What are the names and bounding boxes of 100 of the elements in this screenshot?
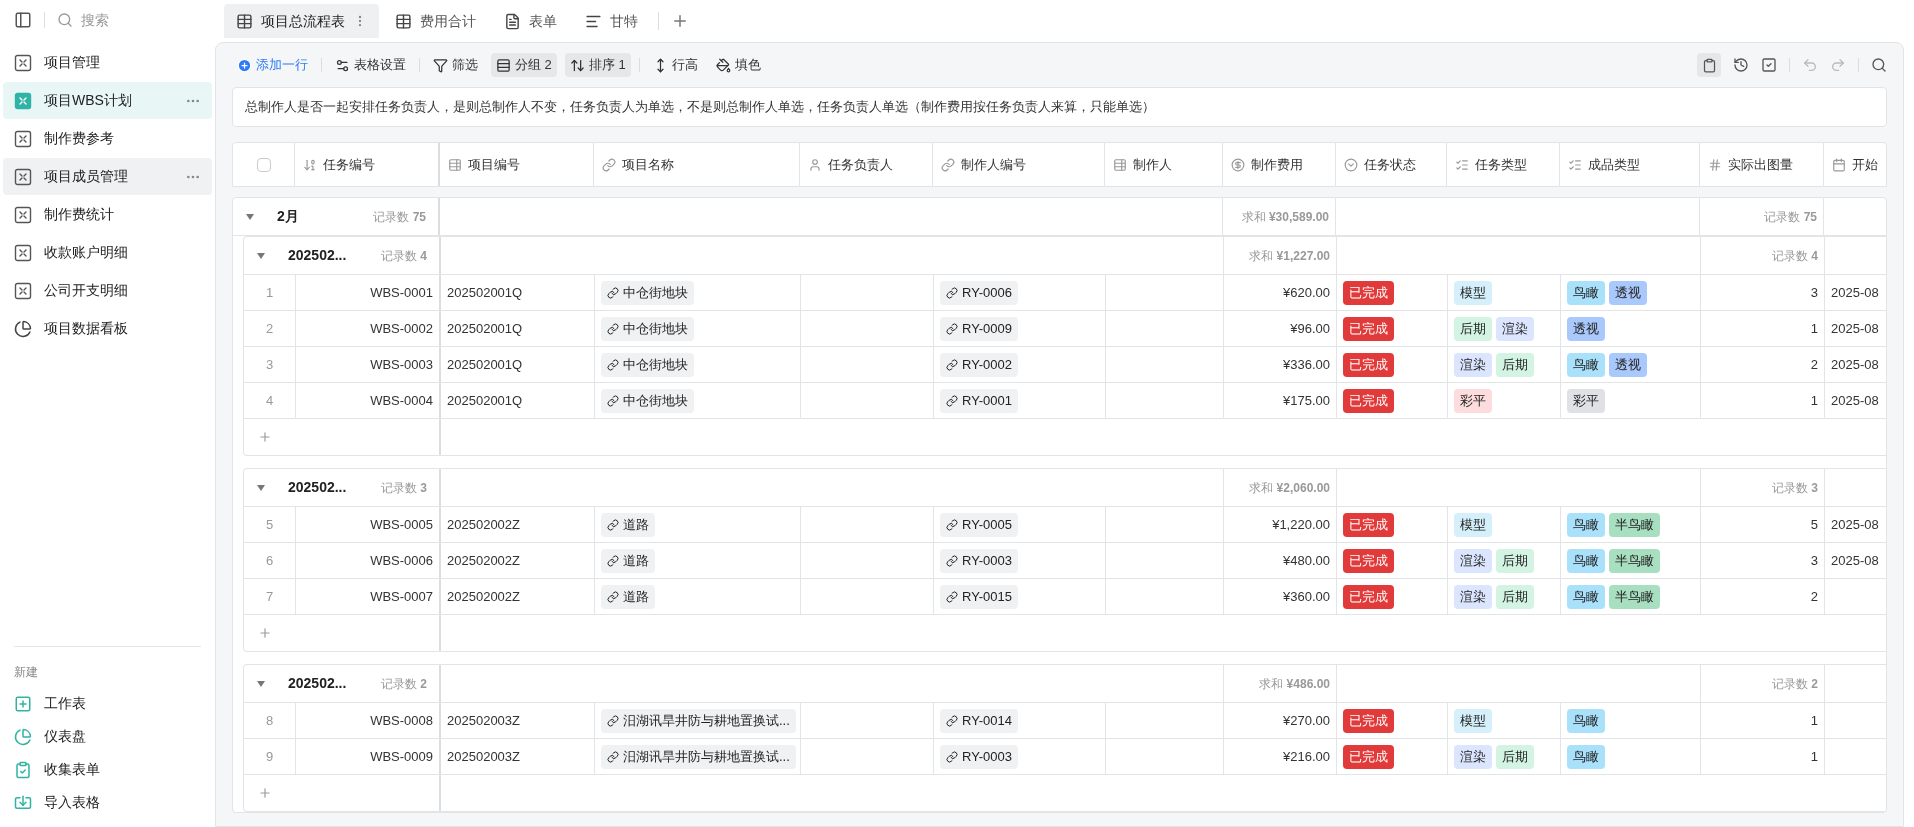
add-row-icon[interactable] xyxy=(258,430,272,444)
linked-record-chip[interactable]: 中仓街地块 xyxy=(601,280,694,305)
search-field[interactable]: 搜索 xyxy=(81,9,181,31)
column-header[interactable]: 项目编号 xyxy=(440,143,594,186)
collapse-caret-icon[interactable] xyxy=(256,251,266,260)
linked-record-chip[interactable]: RY-0014 xyxy=(940,708,1018,733)
sidebar-item[interactable]: 项目WBS计划 xyxy=(3,82,212,119)
column-header[interactable]: 项目名称 xyxy=(594,143,800,186)
link-icon xyxy=(607,590,619,603)
linked-record-chip[interactable]: RY-0002 xyxy=(940,352,1018,377)
linked-record-chip[interactable]: 中仓街地块 xyxy=(601,352,694,377)
linked-record-chip[interactable]: RY-0005 xyxy=(940,512,1018,537)
product-type-tag: 鸟瞰 xyxy=(1567,352,1605,377)
group-title: 202502... xyxy=(288,246,347,265)
sidebar-item[interactable]: 项目管理 xyxy=(3,44,212,81)
column-header[interactable]: 成品类型 xyxy=(1560,143,1700,186)
table-cell-text: WBS-0003 xyxy=(370,355,433,374)
group-icon xyxy=(496,57,511,73)
table-cell-text: 1 xyxy=(1810,319,1818,338)
linked-record-chip[interactable]: 汨湖讯旱井防与耕地置换试... xyxy=(601,708,796,733)
column-header[interactable]: 制作人 xyxy=(1105,143,1223,186)
link-icon xyxy=(607,750,619,763)
sidebar-item[interactable]: 项目数据看板 xyxy=(3,310,212,347)
toolbar-button[interactable]: 排序 1 xyxy=(564,53,631,77)
linked-record-chip[interactable]: 道路 xyxy=(601,584,655,609)
toolbar-button[interactable]: 添加一行 xyxy=(232,53,313,77)
column-header[interactable]: 任务编号 xyxy=(295,143,440,186)
link-icon xyxy=(607,358,619,371)
linked-record-chip[interactable]: RY-0006 xyxy=(940,280,1018,305)
history-icon[interactable] xyxy=(1733,57,1749,73)
view-tab[interactable]: 甘特 xyxy=(573,4,650,38)
collapse-caret-icon[interactable] xyxy=(256,679,266,688)
sidebar-item[interactable]: 项目成员管理 xyxy=(3,158,212,195)
column-header[interactable]: 任务类型 xyxy=(1447,143,1560,186)
status-tag: 已完成 xyxy=(1343,352,1394,377)
number-icon xyxy=(1708,157,1722,172)
checklist-icon xyxy=(1455,157,1469,172)
view-tab[interactable]: 表单 xyxy=(492,4,569,38)
add-row-icon[interactable] xyxy=(258,786,272,800)
grid-icon xyxy=(395,12,412,30)
redo-icon[interactable] xyxy=(1830,57,1846,73)
toolbar-button[interactable]: 筛选 xyxy=(428,53,483,77)
linked-record-chip[interactable]: RY-0015 xyxy=(940,584,1018,609)
sidebar-item[interactable]: 收款账户明细 xyxy=(3,234,212,271)
pie-chart-icon xyxy=(14,727,32,746)
column-header[interactable]: 制作人编号 xyxy=(933,143,1105,186)
add-row-icon[interactable] xyxy=(258,626,272,640)
task-type-tag: 后期 xyxy=(1496,584,1534,609)
table-cell-text: ¥270.00 xyxy=(1283,711,1330,730)
linked-record-chip[interactable]: 道路 xyxy=(601,512,655,537)
toolbar-button[interactable]: 行高 xyxy=(647,53,703,77)
toolbar-button[interactable]: 表格设置 xyxy=(330,53,411,77)
collapse-caret-icon[interactable] xyxy=(256,483,266,492)
clipboard-button[interactable] xyxy=(1697,53,1721,77)
checked-square-icon[interactable] xyxy=(1761,57,1777,73)
undo-icon[interactable] xyxy=(1802,57,1818,73)
new-item[interactable]: 仪表盘 xyxy=(3,720,212,753)
collapse-caret-icon[interactable] xyxy=(245,212,255,221)
column-header[interactable]: 任务负责人 xyxy=(800,143,933,186)
linked-record-chip[interactable]: 汨湖讯旱井防与耕地置换试... xyxy=(601,744,796,769)
group-title: 2月 xyxy=(277,207,299,226)
table-cell-text: 2025-08 xyxy=(1831,319,1879,338)
product-type-tag: 透视 xyxy=(1609,280,1647,305)
description-text: 总制作人是否一起安排任务负责人，是则总制作人不变，任务负责人为单选，不是则总制作人单选，任务负责人单选（制作费用按任务负责人来算，只能单选） xyxy=(245,98,1155,117)
sidebar-toggle-icon[interactable] xyxy=(14,11,32,29)
linked-record-chip[interactable]: RY-0001 xyxy=(940,388,1018,413)
new-item[interactable]: 工作表 xyxy=(3,687,212,720)
view-tab[interactable]: 项目总流程表 xyxy=(224,4,379,38)
status-tag: 已完成 xyxy=(1343,316,1394,341)
currency-icon xyxy=(1231,157,1245,172)
linked-record-chip[interactable]: 中仓街地块 xyxy=(601,316,694,341)
linked-record-chip[interactable]: RY-0003 xyxy=(940,548,1018,573)
link-icon xyxy=(946,394,958,407)
linked-record-chip[interactable]: 中仓街地块 xyxy=(601,388,694,413)
column-header[interactable]: 开始 xyxy=(1824,143,1886,186)
linked-record-chip[interactable]: RY-0003 xyxy=(940,744,1018,769)
toolbar-button[interactable]: 分组 2 xyxy=(491,53,557,77)
linked-record-chip[interactable]: RY-0009 xyxy=(940,316,1018,341)
product-type-tag: 鸟瞰 xyxy=(1567,512,1605,537)
select-all-checkbox[interactable] xyxy=(256,157,271,172)
record-count: 记录数 4 xyxy=(380,247,427,265)
sidebar-item[interactable]: 公司开支明细 xyxy=(3,272,212,309)
column-header[interactable]: 制作费用 xyxy=(1223,143,1336,186)
sidebar-item[interactable]: 制作费参考 xyxy=(3,120,212,157)
sidebar-item[interactable]: 制作费统计 xyxy=(3,196,212,233)
grid-icon xyxy=(236,12,253,30)
new-item[interactable]: 收集表单 xyxy=(3,753,212,786)
link-icon xyxy=(607,714,619,727)
paint-bucket-icon xyxy=(715,57,731,73)
record-count-summary: 记录数 75 xyxy=(1764,208,1817,226)
sort-number-icon xyxy=(303,157,317,172)
column-header[interactable]: 任务状态 xyxy=(1336,143,1447,186)
toolbar-button[interactable]: 填色 xyxy=(710,53,766,77)
view-tab[interactable]: 费用合计 xyxy=(383,4,488,38)
new-item[interactable]: 导入表格 xyxy=(3,786,212,819)
table-cell-text: ¥175.00 xyxy=(1283,391,1330,410)
search-icon[interactable] xyxy=(1871,57,1887,73)
add-view-icon[interactable] xyxy=(671,12,689,30)
column-header[interactable]: 实际出图量 xyxy=(1700,143,1824,186)
linked-record-chip[interactable]: 道路 xyxy=(601,548,655,573)
